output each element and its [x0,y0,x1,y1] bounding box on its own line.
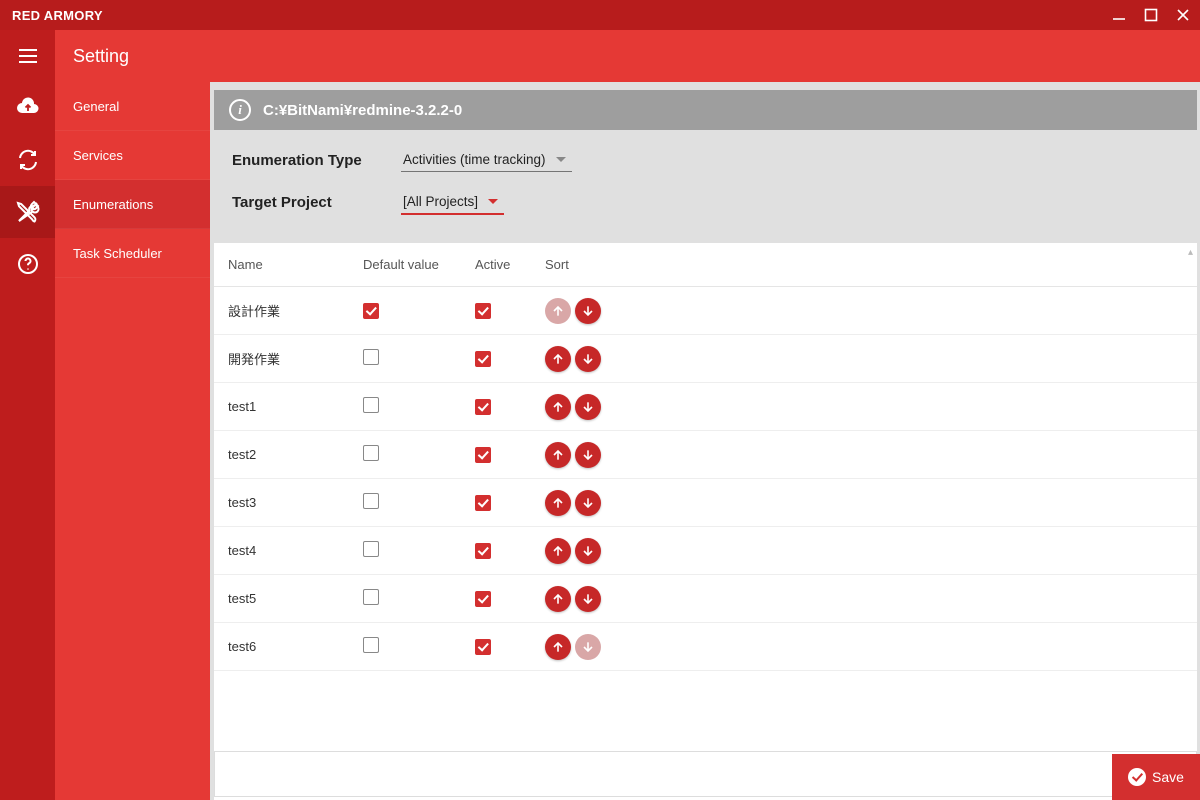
settings-icon[interactable] [0,186,55,238]
nav-item-services[interactable]: Services [55,131,210,180]
default-checkbox[interactable] [363,303,379,319]
move-down-button[interactable] [575,346,601,372]
save-button[interactable]: Save [1112,754,1200,800]
default-checkbox[interactable] [363,445,379,461]
bottom-dock [214,751,1197,797]
enum-table: ▴ Name Default value Active Sort 設計作業開発作… [214,243,1197,800]
cloud-upload-icon[interactable] [0,82,55,134]
chevron-down-icon [556,157,566,162]
enum-type-select[interactable]: Activities (time tracking) [401,148,572,172]
nav-item-label: Task Scheduler [73,246,162,261]
move-down-button[interactable] [575,538,601,564]
cell-name: test3 [214,479,349,527]
move-up-button[interactable] [545,538,571,564]
table-row: 設計作業 [214,287,1197,335]
nav-item-task-scheduler[interactable]: Task Scheduler [55,229,210,278]
default-checkbox[interactable] [363,493,379,509]
move-down-button [575,634,601,660]
col-active: Active [461,243,531,287]
default-checkbox[interactable] [363,637,379,653]
default-checkbox[interactable] [363,541,379,557]
move-down-button[interactable] [575,394,601,420]
active-checkbox[interactable] [475,543,491,559]
save-label: Save [1152,769,1184,785]
nav-item-general[interactable]: General [55,82,210,131]
nav-item-label: Enumerations [73,197,153,212]
cell-name: test2 [214,431,349,479]
active-checkbox[interactable] [475,495,491,511]
enum-type-value: Activities (time tracking) [403,152,546,167]
nav-item-label: General [73,99,119,114]
move-up-button[interactable] [545,394,571,420]
default-checkbox[interactable] [363,589,379,605]
table-row: test2 [214,431,1197,479]
col-default: Default value [349,243,461,287]
maximize-button[interactable] [1144,8,1158,22]
move-down-button[interactable] [575,586,601,612]
install-path: C:¥BitNami¥redmine-3.2.2-0 [263,102,462,119]
table-row: test6 [214,623,1197,671]
help-icon[interactable] [0,238,55,290]
move-down-button[interactable] [575,490,601,516]
scroll-up-icon[interactable]: ▴ [1188,247,1193,258]
info-icon: i [229,99,251,121]
filter-panel: Enumeration Type Activities (time tracki… [210,130,1200,243]
active-checkbox[interactable] [475,591,491,607]
col-sort: Sort [531,243,1197,287]
target-project-label: Target Project [232,194,387,211]
close-button[interactable] [1176,8,1190,22]
move-up-button[interactable] [545,442,571,468]
table-row: test4 [214,527,1197,575]
nav-item-enumerations[interactable]: Enumerations [55,180,210,229]
sync-icon[interactable] [0,134,55,186]
default-checkbox[interactable] [363,349,379,365]
active-checkbox[interactable] [475,351,491,367]
minimize-button[interactable] [1112,8,1126,22]
active-checkbox[interactable] [475,399,491,415]
menu-button[interactable] [0,30,55,82]
target-project-select[interactable]: [All Projects] [401,190,504,215]
move-down-button[interactable] [575,442,601,468]
cell-name: test1 [214,383,349,431]
move-up-button[interactable] [545,346,571,372]
path-bar: i C:¥BitNami¥redmine-3.2.2-0 [214,90,1197,130]
default-checkbox[interactable] [363,397,379,413]
main-area: i C:¥BitNami¥redmine-3.2.2-0 Enumeration… [210,30,1200,800]
move-up-button [545,298,571,324]
cell-name: test5 [214,575,349,623]
col-name: Name [214,243,349,287]
nav-header: Setting [55,30,210,82]
cell-name: 設計作業 [214,287,349,335]
icon-rail [0,30,55,800]
move-down-button[interactable] [575,298,601,324]
cell-name: 開発作業 [214,335,349,383]
enum-type-label: Enumeration Type [232,152,387,169]
check-circle-icon [1128,768,1146,786]
table-row: 開発作業 [214,335,1197,383]
move-up-button[interactable] [545,634,571,660]
app-title: RED ARMORY [12,8,1112,23]
chevron-down-icon [488,199,498,204]
active-checkbox[interactable] [475,303,491,319]
active-checkbox[interactable] [475,639,491,655]
nav-item-label: Services [73,148,123,163]
table-row: test5 [214,575,1197,623]
cell-name: test4 [214,527,349,575]
move-up-button[interactable] [545,586,571,612]
cell-name: test6 [214,623,349,671]
window-controls [1112,8,1190,22]
nav-panel: Setting General Services Enumerations Ta… [55,30,210,800]
title-bar: RED ARMORY [0,0,1200,30]
active-checkbox[interactable] [475,447,491,463]
move-up-button[interactable] [545,490,571,516]
target-project-value: [All Projects] [403,194,478,209]
table-row: test1 [214,383,1197,431]
table-row: test3 [214,479,1197,527]
